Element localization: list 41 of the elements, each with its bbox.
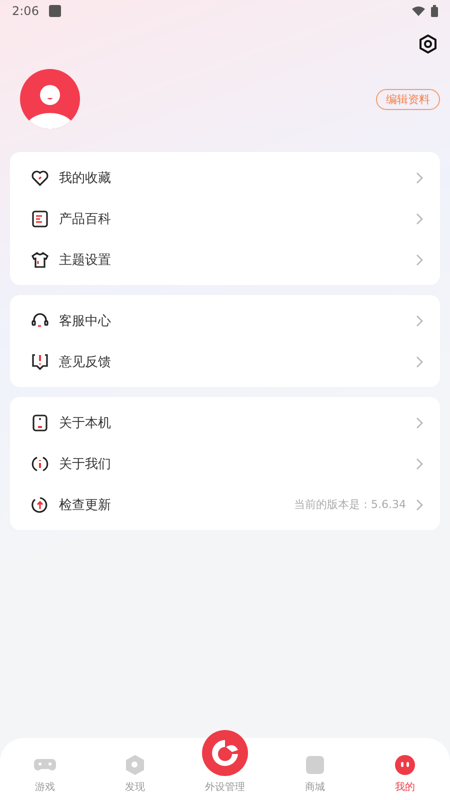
menu-item[interactable]: 主题设置 (10, 239, 440, 280)
menu-label: 关于本机 (59, 414, 111, 432)
chevron-icon (416, 498, 423, 510)
message-alert-icon (31, 352, 49, 370)
chevron-icon (416, 314, 423, 326)
menu-item[interactable]: 关于我们 (10, 443, 440, 484)
chevron-icon (416, 416, 423, 428)
shirt-icon (31, 250, 49, 268)
wifi-icon (412, 6, 425, 16)
version-text: 当前的版本是：5.6.34 (294, 497, 406, 512)
info-icon (31, 454, 49, 472)
heart-icon (31, 168, 49, 186)
menu-label: 主题设置 (59, 252, 111, 268)
document-icon (31, 210, 49, 228)
menu-label: 产品百科 (59, 210, 111, 228)
menu-item[interactable]: 我的收藏 (10, 157, 440, 198)
phone-icon (31, 414, 49, 432)
nav-tab[interactable]: 我的 (360, 754, 450, 794)
menu-item[interactable]: 关于本机 (10, 402, 440, 443)
upload-icon (31, 496, 49, 514)
chevron-icon (416, 212, 423, 224)
menu-label: 检查更新 (59, 496, 111, 514)
settings-icon[interactable] (418, 34, 438, 54)
chevron-icon (416, 458, 423, 470)
menu-item[interactable]: 检查更新 当前的版本是：5.6.34 (10, 484, 440, 525)
menu-label: 关于我们 (59, 456, 111, 472)
search-icon (124, 754, 146, 776)
chevron-icon (416, 356, 423, 368)
menu-label: 我的收藏 (59, 170, 111, 186)
chevron-icon (416, 254, 423, 266)
headset-icon (31, 312, 49, 330)
battery-icon (431, 5, 438, 17)
status-time: 2:06 (12, 4, 39, 18)
face-icon (394, 754, 416, 776)
menu-item[interactable]: 产品百科 (10, 198, 440, 239)
notification-icon (48, 5, 61, 17)
chevron-icon (416, 172, 423, 184)
menu-label: 客服中心 (59, 312, 111, 330)
menu-item[interactable]: 客服中心 (10, 300, 440, 341)
menu-item[interactable]: 意见反馈 (10, 341, 440, 382)
menu-label: 意见反馈 (59, 354, 111, 370)
